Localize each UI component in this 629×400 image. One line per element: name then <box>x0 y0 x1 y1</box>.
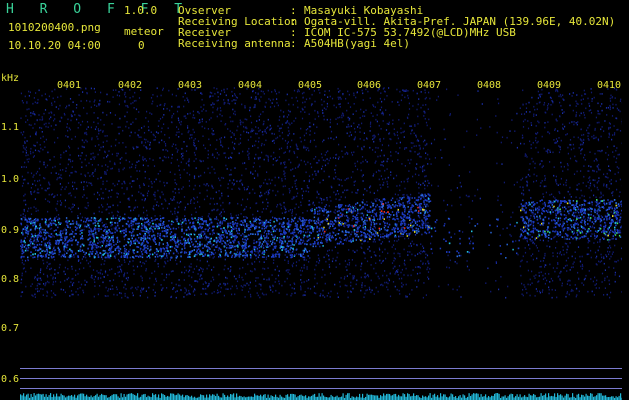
reference-line <box>20 378 622 379</box>
xaxis-tick: 0408 <box>477 80 502 91</box>
yaxis-tick: 0.7 <box>1 323 20 334</box>
info-key-antenna: Receiving antenna <box>178 37 291 50</box>
app-name: H R O F F T <box>6 2 192 17</box>
reference-line <box>20 388 622 389</box>
meteor-count: 0 <box>138 39 145 52</box>
file-name: 1010200400.png <box>8 21 101 34</box>
xaxis-tick: 0403 <box>178 80 203 91</box>
yaxis-unit: kHz <box>1 73 20 84</box>
xaxis-tick: 0401 <box>57 80 82 91</box>
yaxis-tick: 1.0 <box>1 174 20 185</box>
meteor-label: meteor <box>124 25 164 38</box>
xaxis-tick: 0406 <box>357 80 382 91</box>
yaxis-tick: 1.1 <box>1 122 20 133</box>
xaxis-tick: 0402 <box>118 80 143 91</box>
yaxis-tick: 0.6 <box>1 374 20 385</box>
file-datetime: 10.10.20 04:00 <box>8 39 101 52</box>
xaxis-tick: 0410 <box>597 80 622 91</box>
info-value-antenna: A504HB(yagi 4el) <box>304 37 410 50</box>
xaxis-tick: 0404 <box>238 80 263 91</box>
xaxis-tick: 0405 <box>298 80 323 91</box>
xaxis-tick: 0409 <box>537 80 562 91</box>
app-version: 1.0.0 <box>124 4 158 17</box>
xaxis-tick: 0407 <box>417 80 442 91</box>
yaxis-tick: 0.9 <box>1 225 20 236</box>
spectrogram-plot <box>20 77 622 400</box>
yaxis-tick: 0.8 <box>1 274 20 285</box>
spectrogram-canvas <box>20 87 622 400</box>
reference-line <box>20 368 622 369</box>
